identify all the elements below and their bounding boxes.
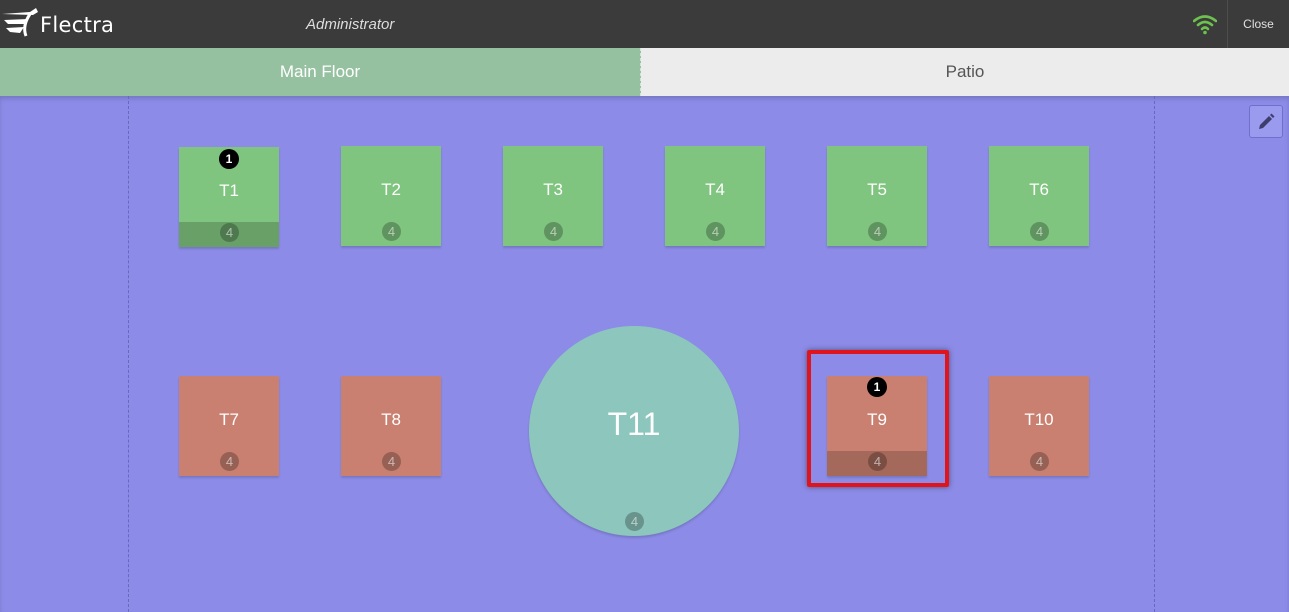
table-label: T6 bbox=[1029, 180, 1049, 199]
right-guide-line bbox=[1154, 96, 1155, 612]
seat-count: 4 bbox=[220, 223, 239, 242]
table-t2[interactable]: T2 4 bbox=[341, 146, 441, 246]
seat-count: 4 bbox=[706, 222, 725, 241]
table-label: T5 bbox=[867, 180, 887, 199]
table-t1[interactable]: 1 T1 4 bbox=[179, 147, 279, 247]
bird-logo-icon bbox=[2, 8, 38, 37]
table-t4[interactable]: T4 4 bbox=[665, 146, 765, 246]
seat-count: 4 bbox=[625, 512, 644, 531]
table-label: T4 bbox=[705, 180, 725, 199]
logo-text: Flectra bbox=[40, 13, 115, 37]
table-label: T3 bbox=[543, 180, 563, 199]
seat-count: 4 bbox=[382, 222, 401, 241]
seat-count: 4 bbox=[868, 452, 887, 471]
wifi-icon[interactable] bbox=[1193, 13, 1217, 35]
table-label: T1 bbox=[219, 181, 239, 200]
tab-patio[interactable]: Patio bbox=[641, 48, 1289, 96]
flectra-logo: Flectra bbox=[0, 4, 130, 44]
seat-count: 4 bbox=[868, 222, 887, 241]
table-label: T7 bbox=[219, 410, 239, 429]
table-t5[interactable]: T5 4 bbox=[827, 146, 927, 246]
seat-count: 4 bbox=[382, 452, 401, 471]
seat-count: 4 bbox=[1030, 222, 1049, 241]
floor-tabs: Main Floor Patio bbox=[0, 48, 1289, 96]
order-count-badge: 1 bbox=[219, 149, 239, 169]
table-label: T10 bbox=[1024, 410, 1054, 429]
table-label: T11 bbox=[607, 406, 661, 442]
tab-main-floor[interactable]: Main Floor bbox=[0, 48, 641, 96]
seat-count: 4 bbox=[1030, 452, 1049, 471]
table-t11[interactable]: T11 4 bbox=[529, 326, 739, 536]
table-t3[interactable]: T3 4 bbox=[503, 146, 603, 246]
top-bar: Flectra Administrator Close bbox=[0, 0, 1289, 48]
close-button[interactable]: Close bbox=[1227, 0, 1289, 48]
table-label: T9 bbox=[867, 410, 887, 429]
table-t9[interactable]: 1 T9 4 bbox=[827, 376, 927, 476]
edit-floor-button[interactable] bbox=[1249, 105, 1283, 138]
left-guide-line bbox=[128, 96, 129, 612]
table-t7[interactable]: T7 4 bbox=[179, 376, 279, 476]
seat-count: 4 bbox=[544, 222, 563, 241]
table-label: T2 bbox=[381, 180, 401, 199]
order-count-badge: 1 bbox=[867, 377, 887, 397]
seat-count: 4 bbox=[220, 452, 239, 471]
user-name[interactable]: Administrator bbox=[306, 16, 394, 33]
table-t8[interactable]: T8 4 bbox=[341, 376, 441, 476]
table-t10[interactable]: T10 4 bbox=[989, 376, 1089, 476]
table-label: T8 bbox=[381, 410, 401, 429]
pencil-icon bbox=[1259, 113, 1275, 129]
table-t6[interactable]: T6 4 bbox=[989, 146, 1089, 246]
